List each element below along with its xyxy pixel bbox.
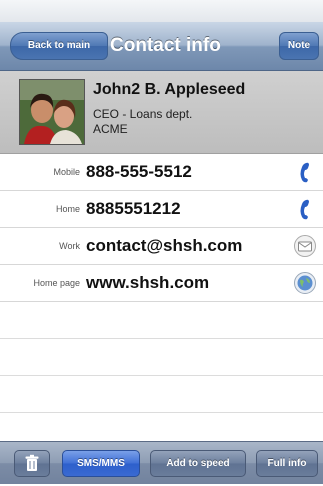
field-value: 888-555-5512	[86, 162, 192, 181]
navigation-bar: Back to main Contact info Note	[0, 22, 323, 71]
contact-photo[interactable]	[19, 79, 85, 145]
field-label: Home	[55, 204, 80, 214]
field-row-mobile[interactable]: Mobile 888-555-5512	[0, 154, 323, 191]
page-title: Contact info	[110, 35, 221, 56]
empty-row	[0, 376, 323, 413]
contact-name: John2 B. Appleseed	[93, 81, 246, 98]
status-bar	[0, 0, 323, 22]
contact-company: ACME	[93, 122, 128, 136]
contact-header: John2 B. Appleseed CEO - Loans dept. ACM…	[0, 71, 323, 154]
contact-job-title: CEO - Loans dept.	[93, 107, 193, 121]
field-label: Mobile	[53, 167, 80, 177]
field-row-home[interactable]: Home 8885551212	[0, 191, 323, 228]
field-label: Home page	[33, 278, 80, 288]
field-row-work[interactable]: Work contact@shsh.com	[0, 228, 323, 265]
field-value: 8885551212	[86, 199, 181, 218]
field-label: Work	[59, 241, 80, 251]
note-button[interactable]: Note	[279, 32, 319, 60]
empty-row	[0, 339, 323, 376]
globe-icon[interactable]	[293, 271, 317, 295]
contact-fields-list: Mobile 888-555-5512 Home 8885551212 Work…	[0, 154, 323, 413]
field-value: contact@shsh.com	[86, 236, 243, 255]
back-to-main-button[interactable]: Back to main	[10, 32, 108, 60]
add-to-speed-button[interactable]: Add to speed	[150, 450, 246, 477]
sms-mms-button[interactable]: SMS/MMS	[62, 450, 140, 477]
phone-icon[interactable]	[293, 160, 317, 184]
empty-row	[0, 302, 323, 339]
mail-icon[interactable]	[293, 234, 317, 258]
field-row-home-page[interactable]: Home page www.shsh.com	[0, 265, 323, 302]
field-value: www.shsh.com	[86, 273, 210, 292]
phone-icon[interactable]	[293, 197, 317, 221]
bottom-toolbar: SMS/MMS Add to speed Full info	[0, 441, 323, 484]
full-info-button[interactable]: Full info	[256, 450, 318, 477]
delete-contact-button[interactable]	[14, 450, 50, 477]
trash-icon	[25, 454, 39, 471]
